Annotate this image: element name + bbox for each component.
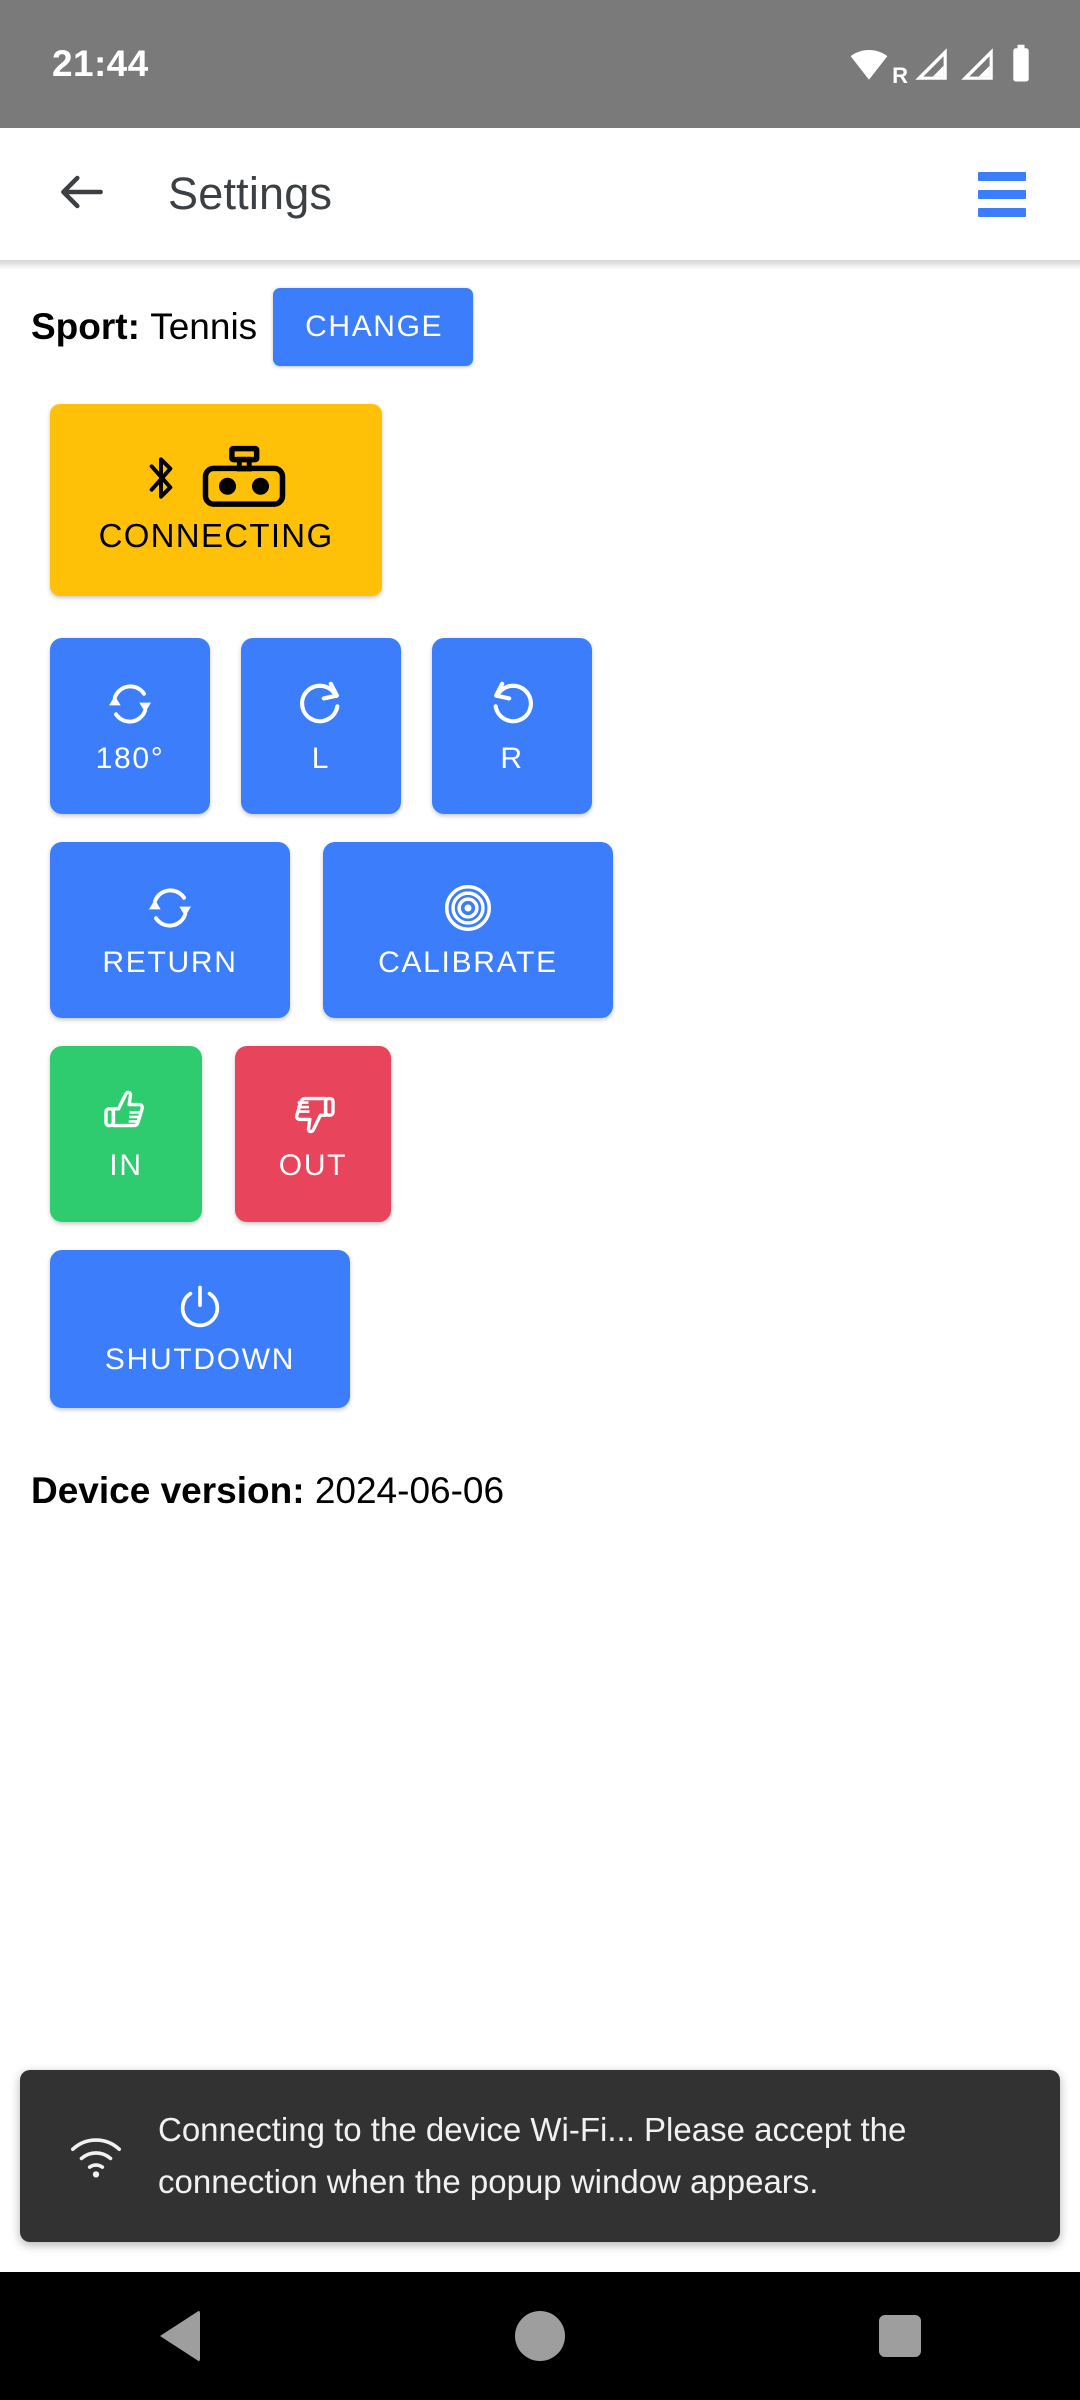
rotate-180-button[interactable]: 180° [50, 638, 210, 814]
remote-control-icon [196, 445, 292, 511]
nav-back-button[interactable] [100, 2272, 260, 2400]
back-button[interactable] [46, 158, 118, 230]
android-navigation-bar [0, 2272, 1080, 2400]
status-clock: 21:44 [52, 43, 149, 84]
snackbar-message: Connecting to the device Wi-Fi... Please… [158, 2111, 907, 2200]
sync-swap-icon [102, 676, 158, 732]
bluetooth-icon [140, 450, 182, 506]
return-label: RETURN [102, 946, 238, 979]
app-bar: Settings [0, 128, 1080, 270]
signal-bars-icon [956, 43, 998, 85]
hamburger-menu-icon[interactable] [964, 156, 1040, 232]
out-label: OUT [278, 1149, 348, 1182]
in-button[interactable]: IN [50, 1046, 202, 1222]
roaming-indicator: R [892, 63, 908, 88]
bluetooth-connect-button[interactable]: CONNECTING [50, 404, 382, 596]
nav-back-icon [160, 2310, 200, 2362]
nav-home-button[interactable] [460, 2272, 620, 2400]
thumb-up-icon [99, 1085, 153, 1139]
change-sport-button[interactable]: CHANGE [273, 288, 474, 366]
return-button[interactable]: RETURN [50, 842, 290, 1018]
status-bar: 21:44 R [0, 0, 1080, 128]
sport-row: Sport: Tennis CHANGE [30, 288, 1050, 366]
rotate-clockwise-icon [293, 676, 349, 732]
target-rings-icon [440, 880, 496, 936]
sport-label-key: Sport: [31, 306, 140, 347]
device-version-value: 2024-06-06 [314, 1470, 505, 1511]
shutdown-row: SHUTDOWN [50, 1250, 1050, 1408]
sport-value: Tennis [150, 306, 258, 347]
calibrate-button[interactable]: CALIBRATE [323, 842, 613, 1018]
menu-line [978, 171, 1026, 181]
shutdown-button[interactable]: SHUTDOWN [50, 1250, 350, 1408]
menu-line [978, 189, 1026, 199]
nav-home-icon [515, 2311, 565, 2361]
settings-content: Sport: Tennis CHANGE CONNECTING 180° L R… [0, 288, 1080, 1512]
nav-recents-icon [879, 2315, 921, 2357]
in-label: IN [109, 1149, 143, 1182]
rotate-counterclockwise-icon [484, 676, 540, 732]
connect-icon-group [140, 445, 292, 511]
rotate-180-label: 180° [95, 742, 165, 775]
shutdown-label: SHUTDOWN [104, 1343, 296, 1376]
thumb-down-icon [286, 1085, 340, 1139]
battery-icon [1008, 43, 1034, 85]
connect-status-label: CONNECTING [98, 517, 334, 554]
nav-recents-button[interactable] [820, 2272, 980, 2400]
wifi-icon [848, 43, 890, 85]
status-icon-group: R [848, 41, 1034, 87]
rotate-right-label: R [500, 742, 524, 775]
rotate-right-button[interactable]: R [432, 638, 592, 814]
rotate-left-button[interactable]: L [241, 638, 401, 814]
page-title: Settings [168, 168, 333, 219]
return-calibrate-row: RETURN CALIBRATE [50, 842, 1050, 1018]
device-version-label: Device version: [31, 1470, 305, 1511]
rotate-left-label: L [311, 742, 331, 775]
sync-swap-icon [142, 880, 198, 936]
power-icon [174, 1281, 226, 1333]
wifi-icon [60, 2131, 132, 2181]
signal-bars-icon [910, 43, 952, 85]
in-out-row: IN OUT [50, 1046, 1050, 1222]
sport-label: Sport: Tennis [31, 306, 257, 348]
menu-line [978, 207, 1026, 217]
device-version-row: Device version: 2024-06-06 [31, 1470, 1050, 1512]
phone-screen: 21:44 R Settings Sport: Tennis CHANGE CO… [0, 0, 1080, 2400]
rotation-controls-row: 180° L R [50, 638, 1050, 814]
calibrate-label: CALIBRATE [378, 946, 558, 979]
out-button[interactable]: OUT [235, 1046, 391, 1222]
snackbar[interactable]: Connecting to the device Wi-Fi... Please… [20, 2070, 1060, 2242]
arrow-back-icon [54, 164, 110, 225]
